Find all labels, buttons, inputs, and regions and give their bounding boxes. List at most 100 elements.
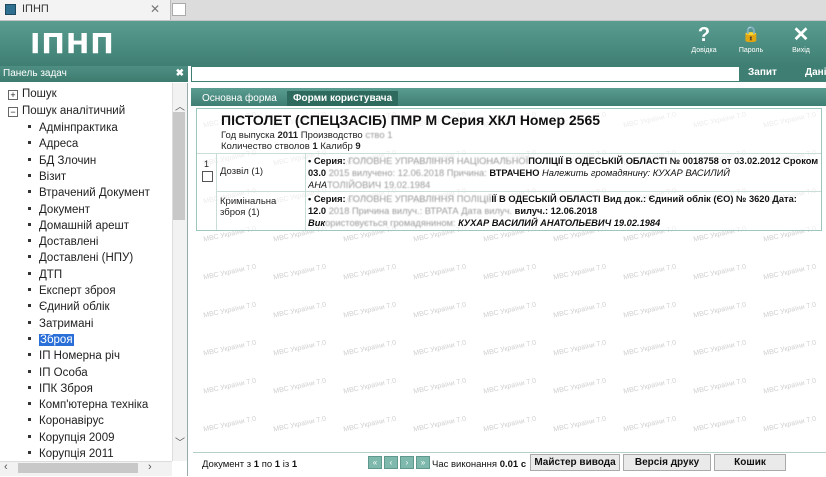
tree-item-label: ДТП <box>39 268 63 281</box>
watermark: МВС України 7.0 <box>692 339 747 358</box>
password-button[interactable]: 🔒 Пароль <box>728 23 774 63</box>
row-text-permit: • Серия: ГОЛОВНЕ УПРАВЛІННЯ НАЦІОНАЛЬНОЇ… <box>308 156 820 190</box>
tree-item[interactable]: ІП Номерна річ <box>28 350 120 362</box>
tree-item[interactable]: БД Злочин <box>28 155 96 167</box>
cart-button[interactable]: Кошик <box>714 454 786 471</box>
tree-item[interactable]: ІП Особа <box>28 367 88 379</box>
tree-item-analytic-search[interactable]: − Пошук аналітичний <box>8 105 125 117</box>
watermark: МВС України 7.0 <box>482 263 537 282</box>
watermark: МВС України 7.0 <box>692 377 747 396</box>
bullet-icon <box>28 206 31 210</box>
tree-item-label: ІПК Зброя <box>39 382 93 395</box>
last-page-icon[interactable]: » <box>416 456 430 469</box>
watermark: МВС України 7.0 <box>342 263 397 282</box>
tree-item-label: Втрачений Документ <box>39 187 150 200</box>
tree-item-label: Домашній арешт <box>39 219 130 232</box>
bullet-icon <box>28 369 31 373</box>
expand-icon[interactable]: + <box>8 90 18 100</box>
tree-item[interactable]: Затримані <box>28 318 93 330</box>
watermark: МВС України 7.0 <box>482 377 537 396</box>
row-label-criminal-weapon[interactable]: Кримінальна зброя (1) <box>220 196 302 218</box>
watermark: МВС України 7.0 <box>552 377 607 396</box>
tree-item-label: Адреса <box>39 138 79 151</box>
watermark: МВС України 7.0 <box>552 339 607 358</box>
watermark: МВС України 7.0 <box>342 415 397 434</box>
bullet-icon <box>28 255 31 259</box>
panel-vertical-scroll-thumb[interactable] <box>173 112 185 220</box>
tree-item-label: Комп'ютерна техніка <box>39 399 149 412</box>
tree-item[interactable]: Доставлені (НПУ) <box>28 252 133 264</box>
exit-button[interactable]: ✕ Вихід <box>778 23 824 63</box>
watermark: МВС України 7.0 <box>272 415 327 434</box>
tab-main-form[interactable]: Основна форма <box>196 91 283 106</box>
tree-item[interactable]: Корупція 2009 <box>28 432 115 444</box>
tree-item[interactable]: Єдиний облік <box>28 301 110 313</box>
panel-horizontal-scroll-thumb[interactable] <box>18 463 138 473</box>
tree-item-label: Адмінпрактика <box>39 122 118 134</box>
bullet-icon <box>28 157 31 161</box>
tree-item-label: Коронавірус <box>39 415 104 428</box>
record-barrels: Количество стволов 1 Калибр 9 <box>221 141 361 152</box>
tree-item[interactable]: Доставлені <box>28 236 98 248</box>
collapse-icon[interactable]: − <box>8 107 18 117</box>
watermark: МВС України 7.0 <box>622 415 677 434</box>
watermark: МВС України 7.0 <box>552 415 607 434</box>
print-version-button[interactable]: Версія друку <box>623 454 711 471</box>
tree-item[interactable]: Втрачений Документ <box>28 187 150 199</box>
query-input[interactable] <box>192 67 739 81</box>
new-tab-button[interactable] <box>172 3 186 16</box>
watermark: МВС України 7.0 <box>342 377 397 396</box>
tree-item-label: Затримані <box>39 317 94 330</box>
tree-item[interactable]: Адмінпрактика <box>28 122 118 134</box>
watermark: МВС України 7.0 <box>552 263 607 282</box>
bullet-icon <box>28 190 31 194</box>
watermark: МВС України 7.0 <box>762 263 817 282</box>
help-button[interactable]: ? Довідка <box>681 23 727 63</box>
record-title: ПІСТОЛЕТ (СПЕЦЗАСІБ) ПМР М Серия ХКЛ Ном… <box>221 112 601 128</box>
scroll-right-icon[interactable]: › <box>148 461 152 473</box>
tree-item[interactable]: ІПК Зброя <box>28 383 93 395</box>
watermark: МВС України 7.0 <box>412 415 467 434</box>
record-checkbox[interactable] <box>202 171 213 182</box>
record-index: 1 <box>204 159 210 169</box>
data-button[interactable]: Дані <box>805 67 826 78</box>
execution-time: Час виконання 0.01 с <box>432 459 527 470</box>
tree-item[interactable]: Домашній арешт <box>28 220 129 232</box>
tree-item[interactable]: Зброя <box>28 333 74 346</box>
prev-page-icon[interactable]: ‹ <box>384 456 398 469</box>
tab-user-forms[interactable]: Форми користувача <box>287 91 399 106</box>
watermark: МВС України 7.0 <box>272 263 327 282</box>
tree-item-label: Корупція 2011 <box>39 448 114 460</box>
first-page-icon[interactable]: « <box>368 456 382 469</box>
run-query-button[interactable]: Запит <box>748 67 777 78</box>
browser-tab-title: ІПНП <box>22 3 49 15</box>
tree-item[interactable]: Корупція 2011 <box>28 448 114 460</box>
next-page-icon[interactable]: › <box>400 456 414 469</box>
scroll-down-icon[interactable]: ﹀ <box>175 434 185 449</box>
row-label-permit[interactable]: Дозвіл (1) <box>220 166 263 177</box>
tree-item[interactable]: Адреса <box>28 138 78 150</box>
bullet-icon <box>28 418 31 422</box>
tree-item[interactable]: Комп'ютерна техніка <box>28 399 148 411</box>
close-panel-icon[interactable]: ✖ <box>176 66 184 82</box>
tree-item-search[interactable]: + Пошук <box>8 88 57 100</box>
scroll-left-icon[interactable]: ‹ <box>4 461 8 473</box>
scroll-up-icon[interactable]: ︿ <box>175 98 185 113</box>
tree-item[interactable]: Експерт зброя <box>28 285 116 297</box>
tree-item[interactable]: Документ <box>28 204 90 216</box>
tree-item[interactable]: Коронавірус <box>28 415 104 427</box>
bullet-icon <box>28 141 31 145</box>
tree-item[interactable]: ДТП <box>28 269 62 281</box>
tree-item-label: Візит <box>39 170 67 183</box>
watermark: МВС України 7.0 <box>412 377 467 396</box>
watermark: МВС України 7.0 <box>342 339 397 358</box>
app-header: ІПНП ? Довідка 🔒 Пароль ✕ Вихід <box>0 21 826 66</box>
browser-tab[interactable]: ІПНП ✕ <box>0 0 171 20</box>
tree-item[interactable]: Візит <box>28 171 66 183</box>
close-tab-icon[interactable]: ✕ <box>150 2 160 16</box>
watermark: МВС України 7.0 <box>482 415 537 434</box>
output-wizard-button[interactable]: Майстер вивода <box>530 454 620 471</box>
watermark: МВС України 7.0 <box>762 339 817 358</box>
bullet-icon <box>28 353 31 357</box>
bullet-icon <box>28 239 31 243</box>
